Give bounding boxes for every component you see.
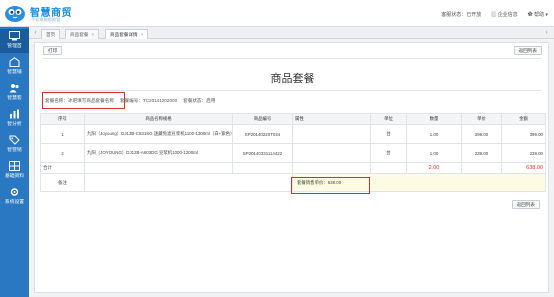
- product-price: 399.00: [461, 124, 502, 144]
- highlight-box: [42, 92, 125, 109]
- row-index: 1: [40, 124, 85, 144]
- tab-package-detail[interactable]: 商品套餐详情 ×: [105, 29, 149, 39]
- sidebar-item-dashboard[interactable]: 管理首: [0, 29, 29, 53]
- product-qty: 1.00: [406, 143, 462, 163]
- print-button[interactable]: 打印: [43, 46, 63, 55]
- column-header: 数量: [406, 113, 462, 125]
- sidebar-item-store[interactable]: 智慧铺: [0, 55, 29, 79]
- product-code: SP20140331114422: [232, 143, 293, 163]
- product-amount: 399.00: [501, 124, 546, 144]
- store-icon: [9, 57, 20, 67]
- sum-amount: 638.00: [501, 162, 546, 174]
- back-to-list-button-bottom[interactable]: 返回列表: [511, 200, 540, 209]
- column-header: 商品编号: [232, 113, 293, 125]
- help-link[interactable]: ✿ 帮助 ▾: [528, 11, 548, 18]
- sidebar-item-settings[interactable]: 系统设置: [0, 185, 29, 209]
- column-header: 单位: [370, 113, 407, 125]
- product-amount: 239.00: [501, 143, 546, 163]
- table-header-row: 序号 商品名称规格 商品编号 属性 单位 数量 单价 金额: [40, 113, 546, 125]
- table-row: 1 九阳（Joyoung）DJ13B-C631SG 迷藏免滤豆浆机1100-13…: [40, 124, 546, 144]
- tab-prev-arrow[interactable]: ‹: [32, 29, 39, 38]
- sidebar-item-customers[interactable]: 智慧客: [0, 81, 29, 105]
- logo-icon: [5, 6, 25, 22]
- close-icon[interactable]: ×: [91, 32, 94, 37]
- product-unit: 台: [370, 124, 407, 144]
- product-attr: [292, 124, 371, 144]
- dashboard-icon: [9, 31, 20, 41]
- building-icon: ▥: [491, 12, 497, 18]
- content-card: 打印 返回列表 商品套餐 套餐名称：冰吧填写商品套餐名称 套餐编号：TC2014…: [34, 42, 549, 293]
- enterprise-link[interactable]: ▥ 企业信息: [491, 11, 517, 18]
- tab-home[interactable]: 首页: [41, 29, 61, 39]
- row-index: 2: [40, 143, 85, 163]
- table-row: 2 九阳（JOYOUNG）DJ12B-A603DG 豆浆机1000-1200ml…: [40, 143, 546, 163]
- column-header: 金额: [501, 113, 546, 125]
- close-icon[interactable]: ×: [141, 32, 144, 37]
- gear-icon: [10, 188, 19, 196]
- customer-status: 客服状态：已开放: [441, 12, 482, 18]
- sum-label: 合计: [40, 162, 85, 174]
- grid-icon: [9, 161, 20, 171]
- divider: [43, 90, 541, 91]
- product-name: 九阳（JOYOUNG）DJ12B-A603DG 豆浆机1000-1200ml: [84, 143, 233, 163]
- sidebar-item-analysis[interactable]: 智分析: [0, 107, 29, 131]
- divider: [43, 58, 541, 59]
- tab-next-arrow[interactable]: ›: [543, 29, 550, 38]
- product-qty: 1.00: [406, 124, 462, 144]
- note-label: 备注: [40, 173, 85, 192]
- bar-chart-icon: [10, 109, 19, 119]
- package-code: 套餐编号：TC20141202000: [119, 98, 178, 103]
- package-status: 套餐状态：启用: [183, 98, 216, 103]
- product-name: 九阳（Joyoung）DJ13B-C631SG 迷藏免滤豆浆机1100-1300…: [84, 124, 233, 144]
- note-value: [84, 173, 293, 192]
- product-price: 239.00: [461, 143, 502, 163]
- highlight-box: [291, 177, 370, 194]
- back-to-list-button[interactable]: 返回列表: [513, 46, 542, 55]
- top-header: 智慧商贸 手机电脑都能管 客服状态：已开放 ▥ 企业信息 ✿ 帮助 ▾: [0, 0, 554, 27]
- users-icon: [9, 84, 19, 93]
- sidebar-item-marketing[interactable]: 智营销: [0, 133, 29, 157]
- sum-row: 合计 2.00 638.00: [40, 162, 546, 174]
- product-unit: 台: [370, 143, 407, 163]
- sum-qty: 2.00: [406, 162, 462, 174]
- tag-icon: [9, 135, 20, 145]
- product-attr: [292, 143, 371, 163]
- column-header: 属性: [292, 113, 371, 125]
- tab-product-package[interactable]: 商品套餐 ×: [65, 29, 100, 39]
- brand-subtitle: 手机电脑都能管: [31, 17, 61, 22]
- column-header: 单价: [461, 113, 502, 125]
- tab-bar: ‹ 首页 商品套餐 × 商品套餐详情 × ›: [29, 27, 554, 39]
- column-header: 序号: [40, 113, 85, 125]
- page-title: 商品套餐: [270, 73, 315, 85]
- column-header: 商品名称规格: [84, 113, 233, 125]
- product-code: SP20140220T024: [232, 124, 293, 144]
- sidebar: 管理首 智慧铺 智慧客 智分析 智营销 基础资料 系统设置: [0, 27, 29, 297]
- header-actions: 客服状态：已开放 ▥ 企业信息 ✿ 帮助 ▾: [441, 11, 548, 18]
- sidebar-item-basic-data[interactable]: 基础资料: [0, 159, 29, 183]
- gear-icon: ✿: [527, 12, 533, 18]
